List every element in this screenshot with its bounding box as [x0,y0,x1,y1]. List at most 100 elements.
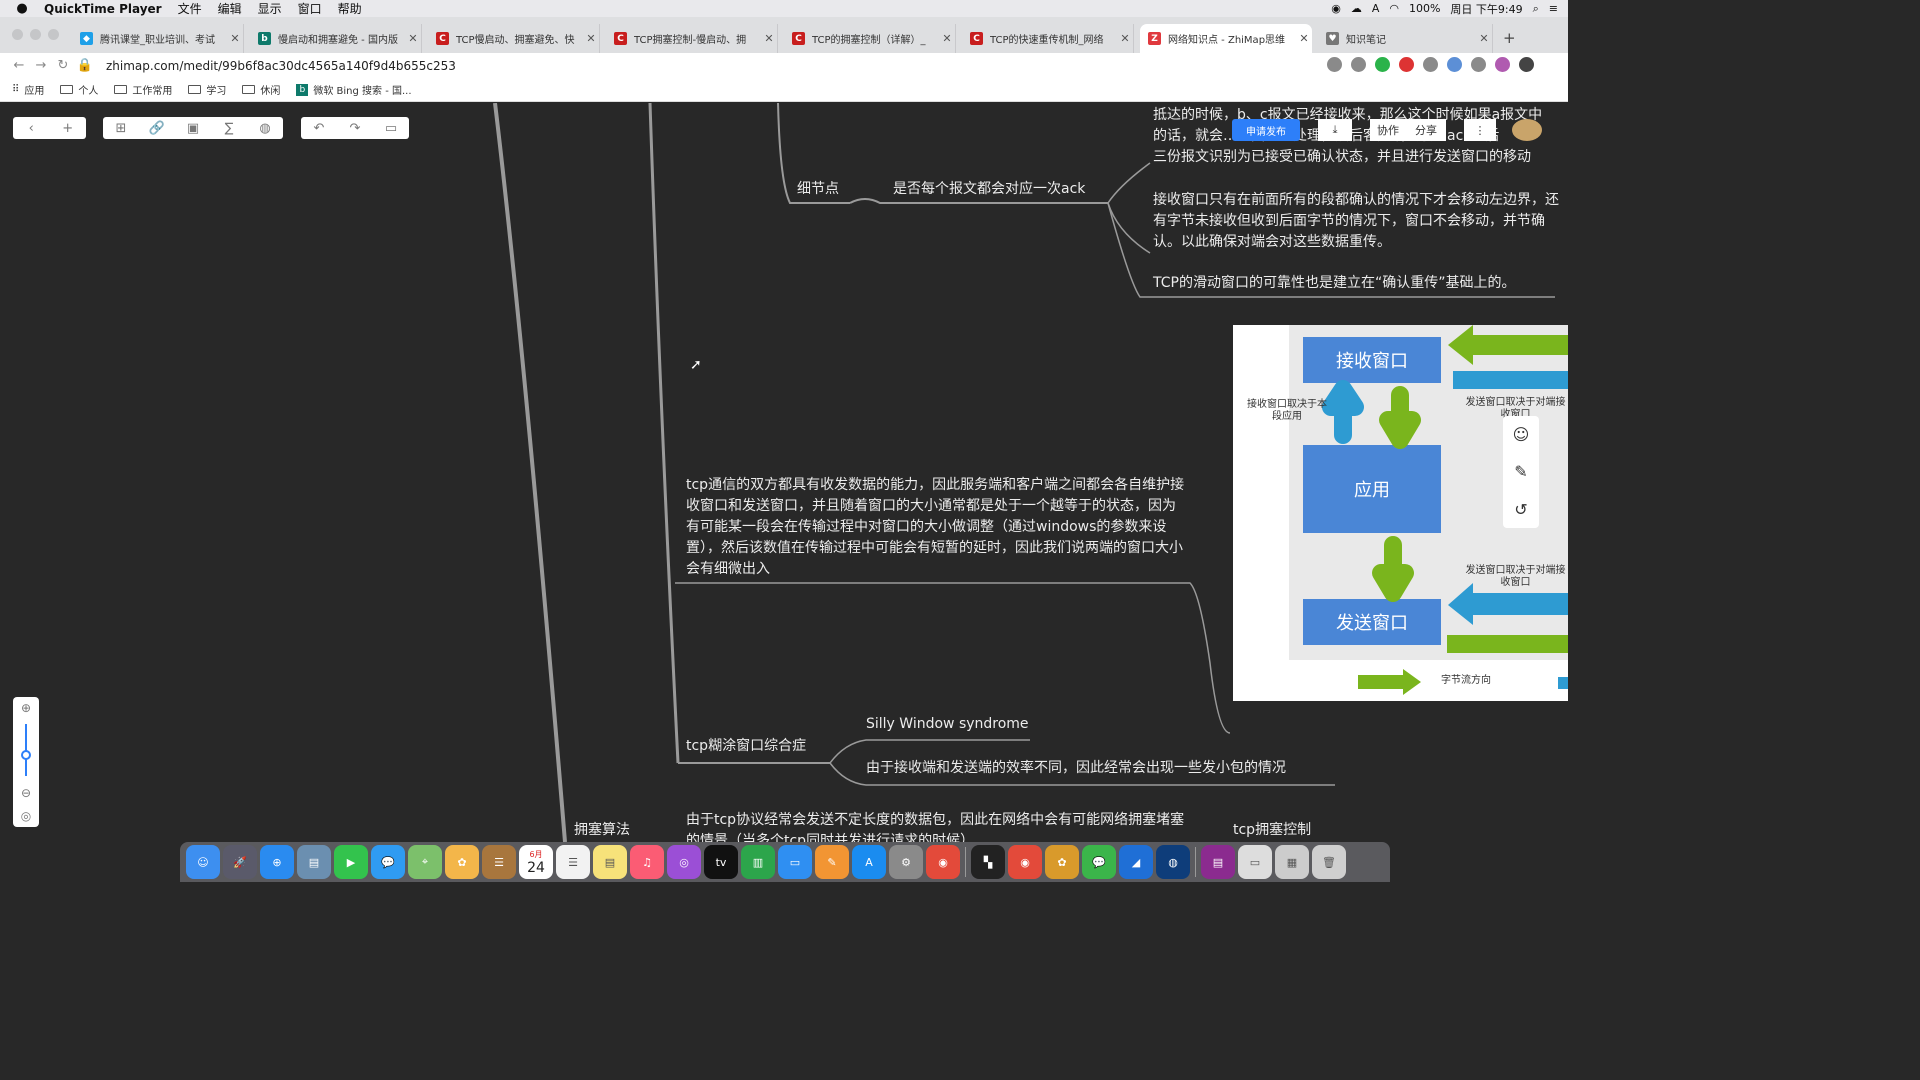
finder-icon[interactable]: ☺ [186,845,220,879]
node-recv-window[interactable]: 接收窗口只有在前面所有的段都确认的情况下才会移动左边界，还有字节未接收但收到后面… [1153,190,1568,253]
extension-icon[interactable] [1375,57,1390,72]
browser-tab[interactable]: C TCP的拥塞控制（详解）_ ✕ [784,24,956,53]
bookmark-leisure[interactable]: 休闲 [242,82,280,97]
browser-tab[interactable]: ♥ 知识笔记 ✕ [1318,24,1493,53]
input-source-icon[interactable]: A [1372,2,1380,15]
zoom-slider[interactable] [21,724,31,777]
maps-icon[interactable]: ⌖ [408,845,442,879]
bookmark-apps[interactable]: ⠿ 应用 [12,82,44,97]
minimize-window-button[interactable] [30,29,41,40]
node-ack-question[interactable]: 是否每个报文都会对应一次ack [893,179,1085,200]
browser-tab[interactable]: C TCP慢启动、拥塞避免、快 ✕ [428,24,600,53]
podcasts-icon[interactable]: ◎ [667,845,701,879]
close-tab-icon[interactable]: ✕ [761,32,777,45]
close-tab-icon[interactable]: ✕ [405,32,421,45]
wechat-icon[interactable]: ☁ [1351,2,1362,15]
calendar-icon[interactable]: 6月 24 [519,845,553,879]
fit-view-icon[interactable]: ◎ [21,809,31,823]
clock[interactable]: 周日 下午9:49 [1450,1,1522,17]
bookmark-work[interactable]: 工作常用 [114,82,172,97]
back-icon[interactable]: ← [8,58,30,73]
system-preferences-icon[interactable]: ⚙ [889,845,923,879]
menu-window[interactable]: 窗口 [298,0,322,17]
apple-tv-icon[interactable]: tv [704,845,738,879]
close-window-button[interactable] [12,29,23,40]
forward-icon[interactable]: → [30,58,52,73]
screenshot-icon[interactable]: ▦ [1275,845,1309,879]
extension-icon[interactable] [1423,57,1438,72]
link-icon[interactable]: 🔗 [139,121,175,136]
node-congestion-control[interactable]: tcp拥塞控制 [1233,820,1311,841]
add-node-icon[interactable]: + [50,121,87,136]
save-icon[interactable]: ▭ [373,121,409,136]
browser-tab[interactable]: C TCP拥塞控制-慢启动、拥 ✕ [606,24,778,53]
collab-button[interactable]: 协作 [1370,119,1406,141]
publish-button[interactable]: 申请发布 [1232,119,1300,141]
child-node-icon[interactable]: ⊞ [103,121,139,136]
translate-icon[interactable] [1327,57,1342,72]
formula-icon[interactable]: ∑ [211,121,247,136]
spotlight-icon[interactable]: ⌕ [1533,2,1539,16]
menu-help[interactable]: 帮助 [338,0,362,17]
browser-tab[interactable]: b 慢启动和拥塞避免 - 国内版 ✕ [250,24,422,53]
close-tab-icon[interactable]: ✕ [1117,32,1133,45]
browser-tab[interactable]: C TCP的快速重传机制_网络 ✕ [962,24,1134,53]
zoom-window-button[interactable] [48,29,59,40]
redo-icon[interactable]: ↷ [337,121,373,136]
safari-icon[interactable]: ⊕ [260,845,294,879]
rar-icon[interactable]: ▤ [1201,845,1235,879]
extension-icon[interactable] [1471,57,1486,72]
close-tab-icon[interactable]: ✕ [1476,32,1492,45]
url-field[interactable]: zhimap.com/medit/99b6f8ac30dc4565a140f9d… [106,59,456,73]
reload-icon[interactable]: ↻ [52,58,74,73]
browser-tab[interactable]: Z 网络知识点 - ZhiMap思维 ✕ [1140,24,1312,53]
battery-label[interactable]: 100% [1409,2,1440,15]
zoom-in-icon[interactable]: ⊕ [21,701,31,715]
theme-icon[interactable]: ◍ [247,121,283,136]
node-bidirectional[interactable]: tcp通信的双方都具有收发数据的能力，因此服务端和客户端之间都会各自维护接收窗口… [686,475,1186,580]
control-center-icon[interactable]: ≡ [1549,2,1558,15]
qq-browser-icon[interactable]: ◍ [1156,845,1190,879]
reminders-icon[interactable]: ☰ [556,845,590,879]
facetime-icon[interactable]: ▶ [334,845,368,879]
menu-file[interactable]: 文件 [178,0,202,17]
node-congestion-desc[interactable]: 由于tcp协议经常会发送不定长度的数据包，因此在网络中会有可能网络拥塞堵塞的情景… [686,810,1186,842]
image-icon[interactable]: ▣ [175,121,211,136]
keynote-icon[interactable]: ▭ [778,845,812,879]
node-detail-point[interactable]: 细节点 [797,179,839,200]
node-silly-window[interactable]: tcp糊涂窗口综合症 [686,736,806,757]
bookmark-star-icon[interactable] [1351,57,1366,72]
back-icon[interactable]: ‹ [13,121,50,136]
mail-app-icon[interactable]: ◢ [1119,845,1153,879]
emoji-icon[interactable]: ☺ [1513,425,1530,444]
record-icon[interactable]: ◉ [1331,2,1341,15]
download-icon[interactable]: ⤓ [1318,119,1352,141]
close-tab-icon[interactable]: ✕ [583,32,599,45]
app-menu[interactable]: QuickTime Player [44,2,162,16]
share-button[interactable]: 分享 [1406,119,1446,141]
music-icon[interactable]: ♫ [630,845,664,879]
zoom-slider-knob[interactable] [21,750,31,761]
preview-icon[interactable]: ▤ [297,845,331,879]
new-tab-button[interactable]: + [1503,29,1516,47]
history-icon[interactable]: ↺ [1514,500,1527,519]
trash-icon[interactable]: 🗑 [1312,845,1346,879]
browser-tab[interactable]: ◆ 腾讯课堂_职业培训、考试 ✕ [72,24,244,53]
node-silly-window-en[interactable]: Silly Window syndrome [866,714,1029,735]
notes-icon[interactable]: ▤ [593,845,627,879]
close-tab-icon[interactable]: ✕ [227,32,243,45]
contacts-icon[interactable]: ☰ [482,845,516,879]
zoom-out-icon[interactable]: ⊖ [21,786,31,800]
photos-icon[interactable]: ✿ [445,845,479,879]
chrome-icon[interactable]: ◉ [1008,845,1042,879]
close-tab-icon[interactable]: ✕ [939,32,955,45]
mindmap-node-text[interactable]: 三份报文识别为已接受已确认状态，并且进行发送窗口的移动 [1153,147,1531,168]
bookmark-personal[interactable]: 个人 [60,82,98,97]
wifi-icon[interactable]: ◠ [1389,2,1399,15]
profile-icon[interactable] [1519,57,1534,72]
bookmark-study[interactable]: 学习 [188,82,226,97]
bookmark-bing[interactable]: b 微软 Bing 搜索 - 国... [296,82,412,97]
chrome-icon[interactable]: ◉ [926,845,960,879]
extension-icon[interactable] [1447,57,1462,72]
edit-note-icon[interactable]: ✎ [1514,462,1527,481]
